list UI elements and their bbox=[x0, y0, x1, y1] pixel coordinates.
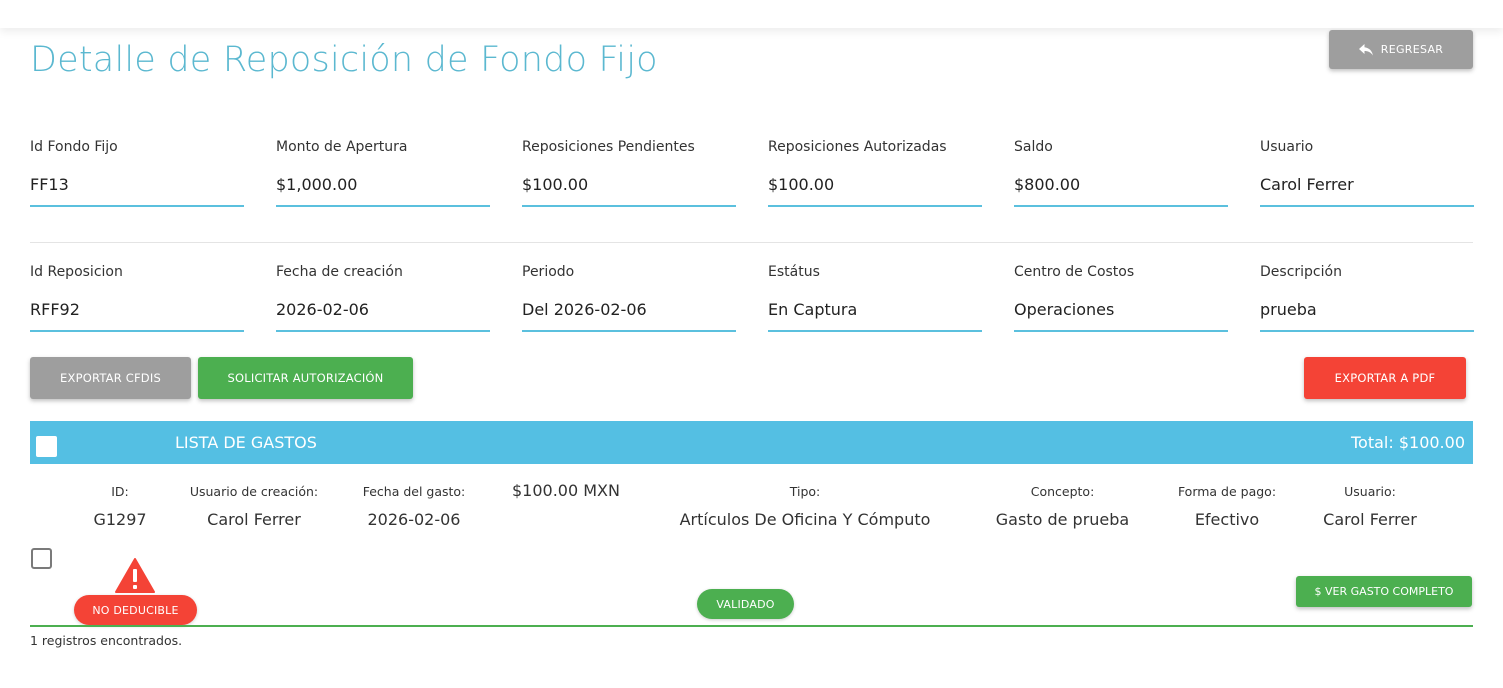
field-underline bbox=[768, 330, 982, 332]
expense-date: Fecha del gasto: 2026-02-06 bbox=[354, 484, 474, 529]
field-underline bbox=[522, 205, 736, 207]
field-underline bbox=[1014, 205, 1228, 207]
top-bar bbox=[0, 0, 1503, 28]
field-fecha-creacion: Fecha de creación 2026-02-06 bbox=[276, 264, 490, 332]
expense-id-value: G1297 bbox=[93, 510, 147, 529]
field-label: Periodo bbox=[522, 264, 575, 280]
expense-list-title: LISTA DE GASTOS bbox=[175, 433, 317, 452]
back-button[interactable]: REGRESAR bbox=[1329, 30, 1473, 69]
expense-concept-label: Concepto: bbox=[1030, 484, 1095, 499]
field-underline bbox=[30, 330, 244, 332]
warning-triangle-icon bbox=[115, 558, 155, 593]
expense-concept: Concepto: Gasto de prueba bbox=[990, 484, 1135, 529]
field-estatus: Estátus En Captura bbox=[768, 264, 982, 332]
expense-payment-method: Forma de pago: Efectivo bbox=[1172, 484, 1282, 529]
field-label: Id Reposicion bbox=[30, 264, 123, 280]
expense-type-label: Tipo: bbox=[789, 484, 821, 499]
field-label: Reposiciones Autorizadas bbox=[768, 139, 947, 155]
select-all-checkbox[interactable] bbox=[36, 436, 57, 457]
expense-type: Tipo: Artículos De Oficina Y Cómputo bbox=[665, 484, 945, 529]
field-value: $100.00 bbox=[522, 175, 589, 194]
records-count: 1 registros encontrados. bbox=[30, 633, 183, 648]
field-label: Estátus bbox=[768, 264, 820, 280]
expense-created-by: Usuario de creación: Carol Ferrer bbox=[184, 484, 324, 529]
field-underline bbox=[768, 205, 982, 207]
field-label: Centro de Costos bbox=[1014, 264, 1135, 280]
expense-concept-value: Gasto de prueba bbox=[995, 510, 1130, 529]
field-value: Carol Ferrer bbox=[1260, 175, 1354, 194]
field-value: 2026-02-06 bbox=[276, 300, 369, 319]
field-label: Reposiciones Pendientes bbox=[522, 139, 695, 155]
expense-id: ID: G1297 bbox=[90, 484, 150, 529]
field-underline bbox=[1260, 205, 1474, 207]
field-centro-costos: Centro de Costos Operaciones bbox=[1014, 264, 1228, 332]
field-value: $100.00 bbox=[768, 175, 835, 194]
expense-created-by-value: Carol Ferrer bbox=[207, 510, 301, 529]
expense-payment-label: Forma de pago: bbox=[1177, 484, 1277, 499]
field-reposiciones-autorizadas: Reposiciones Autorizadas $100.00 bbox=[768, 139, 982, 207]
field-value: FF13 bbox=[30, 175, 69, 194]
request-authorization-button[interactable]: SOLICITAR AUTORIZACIÓN bbox=[198, 357, 413, 399]
field-label: Saldo bbox=[1014, 139, 1053, 155]
field-value: En Captura bbox=[768, 300, 858, 319]
field-monto-apertura: Monto de Apertura $1,000.00 bbox=[276, 139, 490, 207]
back-button-label: REGRESAR bbox=[1380, 43, 1444, 56]
field-value: $800.00 bbox=[1014, 175, 1081, 194]
field-value: Operaciones bbox=[1014, 300, 1115, 319]
field-label: Descripción bbox=[1260, 264, 1342, 280]
expense-list-total: Total: $100.00 bbox=[1350, 433, 1465, 452]
no-deducible-badge: NO DEDUCIBLE bbox=[74, 595, 197, 625]
field-saldo: Saldo $800.00 bbox=[1014, 139, 1228, 207]
field-label: Usuario bbox=[1260, 139, 1314, 155]
view-full-expense-button[interactable]: $ VER GASTO COMPLETO bbox=[1296, 576, 1472, 607]
reply-arrow-icon bbox=[1358, 43, 1373, 55]
expense-date-value: 2026-02-06 bbox=[367, 510, 461, 529]
expense-list-header: LISTA DE GASTOS Total: $100.00 bbox=[30, 421, 1473, 464]
field-value: RFF92 bbox=[30, 300, 80, 319]
field-underline bbox=[1014, 330, 1228, 332]
field-label: Fecha de creación bbox=[276, 264, 403, 280]
field-underline bbox=[30, 205, 244, 207]
field-underline bbox=[276, 330, 490, 332]
field-descripcion: Descripción prueba bbox=[1260, 264, 1474, 332]
section-divider bbox=[30, 242, 1473, 243]
field-value: $1,000.00 bbox=[276, 175, 358, 194]
row-divider bbox=[30, 625, 1473, 627]
field-reposiciones-pendientes: Reposiciones Pendientes $100.00 bbox=[522, 139, 736, 207]
field-id-reposicion: Id Reposicion RFF92 bbox=[30, 264, 244, 332]
field-underline bbox=[276, 205, 490, 207]
field-label: Id Fondo Fijo bbox=[30, 139, 118, 155]
row-checkbox[interactable] bbox=[31, 548, 52, 569]
status-badge: VALIDADO bbox=[697, 589, 794, 619]
field-id-fondo-fijo: Id Fondo Fijo FF13 bbox=[30, 139, 244, 207]
expense-created-by-label: Usuario de creación: bbox=[189, 484, 319, 499]
field-value: prueba bbox=[1260, 300, 1317, 319]
expense-type-value: Artículos De Oficina Y Cómputo bbox=[679, 510, 931, 529]
export-cfdis-button[interactable]: EXPORTAR CFDIS bbox=[30, 357, 191, 399]
expense-id-label: ID: bbox=[111, 484, 129, 499]
field-underline bbox=[1260, 330, 1474, 332]
export-pdf-button[interactable]: EXPORTAR A PDF bbox=[1304, 357, 1466, 399]
expense-user-value: Carol Ferrer bbox=[1323, 510, 1417, 529]
expense-date-label: Fecha del gasto: bbox=[362, 484, 466, 499]
page-title: Detalle de Reposición de Fondo Fijo bbox=[30, 40, 658, 80]
field-label: Monto de Apertura bbox=[276, 139, 408, 155]
field-underline bbox=[522, 330, 736, 332]
field-usuario: Usuario Carol Ferrer bbox=[1260, 139, 1474, 207]
expense-user-label: Usuario: bbox=[1344, 484, 1396, 499]
field-periodo: Periodo Del 2026-02-06 bbox=[522, 264, 736, 332]
expense-user: Usuario: Carol Ferrer bbox=[1315, 484, 1425, 529]
field-value: Del 2026-02-06 bbox=[522, 300, 647, 319]
expense-amount: $100.00 MXN bbox=[512, 481, 620, 500]
expense-payment-value: Efectivo bbox=[1194, 510, 1260, 529]
